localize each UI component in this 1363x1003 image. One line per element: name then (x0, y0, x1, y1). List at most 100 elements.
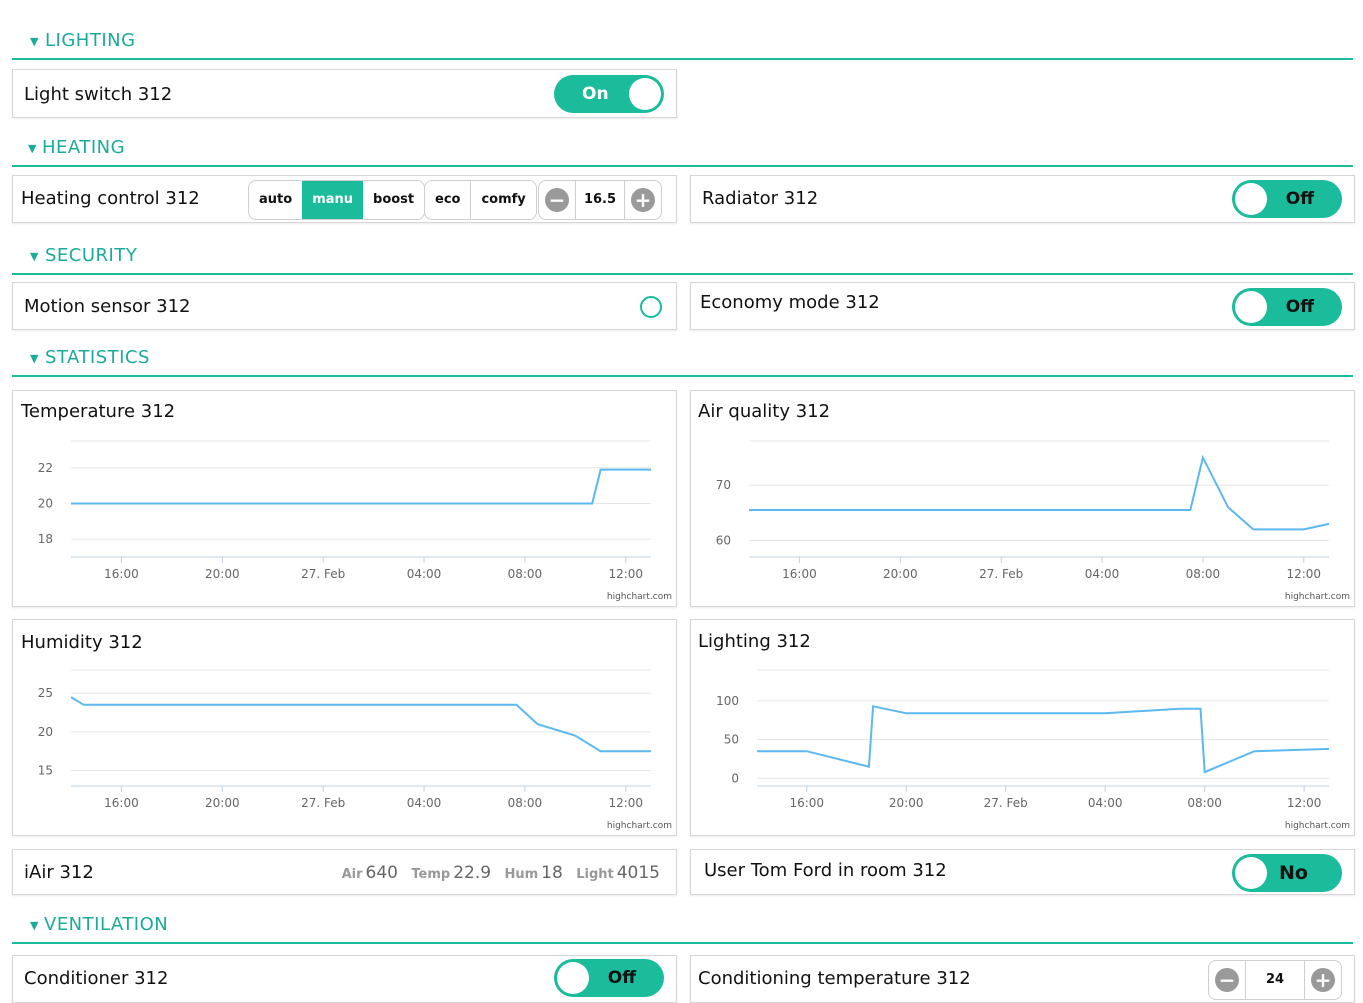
chart-credit[interactable]: highchart.com (1285, 592, 1350, 602)
economy-mode-label: Economy mode 312 (700, 292, 880, 313)
section-lighting-header[interactable]: ▼ LIGHTING (12, 30, 1353, 60)
lighting-chart-card: Lighting 312 100 50 0 16:00 20:00 27. Feb 04:0… (690, 619, 1355, 836)
heating-preset-group: eco comfy (424, 180, 537, 220)
preset-eco-button[interactable]: eco (425, 181, 470, 219)
heating-control-card: Heating control 312 auto manu boost eco … (12, 175, 677, 223)
user-presence-label: User Tom Ford in room 312 (704, 860, 947, 881)
air-quality-chart: 70 60 16:00 20:00 27. Feb 04:00 08:00 12:00 (716, 440, 1330, 581)
temp-value: 22.9 (453, 863, 492, 883)
y-tick-label: 20 (38, 496, 53, 510)
mode-manu-button[interactable]: manu (302, 181, 364, 219)
y-tick-label: 70 (716, 478, 731, 492)
minus-icon[interactable]: − (545, 188, 569, 212)
conditioner-toggle[interactable]: Off (554, 959, 664, 997)
preset-comfy-button[interactable]: comfy (470, 181, 535, 219)
mode-boost-button[interactable]: boost (363, 181, 424, 219)
series-line (749, 454, 1330, 531)
collapse-triangle-icon: ▼ (30, 250, 39, 263)
toggle-state-text: Off (607, 968, 636, 988)
iair-card: iAir 312 Air 640 Temp 22.9 Hum 18 Light 4015 (12, 849, 677, 895)
air-quality-chart-card: Air quality 312 70 60 16:00 20:00 27. Feb 04:… (690, 390, 1355, 607)
light-value: 4015 (616, 863, 660, 883)
x-tick-label: 16:00 (789, 796, 824, 810)
heating-control-label: Heating control 312 (21, 188, 200, 209)
plus-icon[interactable]: + (1311, 968, 1335, 992)
collapse-triangle-icon: ▼ (30, 352, 39, 365)
hum-value: 18 (541, 863, 563, 883)
motion-sensor-card: Motion sensor 312 (12, 282, 677, 330)
x-tick-label: 27. Feb (984, 796, 1028, 810)
x-tick-label: 04:00 (1085, 567, 1120, 581)
mode-auto-button[interactable]: auto (249, 181, 302, 219)
iair-label: iAir 312 (24, 862, 94, 883)
conditioner-label: Conditioner 312 (24, 968, 169, 989)
x-tick-label: 20:00 (205, 796, 240, 810)
air-value: 640 (365, 863, 398, 883)
economy-mode-toggle[interactable]: Off (1232, 288, 1342, 326)
chart-credit[interactable]: highchart.com (1285, 821, 1350, 831)
chart-credit[interactable]: highchart.com (607, 592, 672, 602)
collapse-triangle-icon: ▼ (30, 919, 39, 932)
y-tick-label: 50 (724, 733, 739, 747)
x-tick-label: 12:00 (608, 567, 643, 581)
toggle-knob (1235, 291, 1267, 323)
temperature-chart-card: Temperature 312 22 20 18 16:00 20:00 27. Feb 0… (12, 390, 677, 607)
toggle-knob (1235, 857, 1267, 889)
conditioning-temperature-value: 24 (1245, 961, 1305, 999)
toggle-knob (557, 962, 589, 994)
section-title: VENTILATION (44, 914, 169, 935)
hum-key: Hum (504, 867, 539, 882)
y-tick-label: 22 (38, 461, 53, 475)
section-security-header[interactable]: ▼ SECURITY (12, 245, 1353, 275)
x-tick-label: 20:00 (889, 796, 924, 810)
x-tick-label: 27. Feb (301, 796, 345, 810)
x-tick-label: 04:00 (407, 796, 442, 810)
user-presence-toggle[interactable]: No (1232, 854, 1342, 892)
plus-icon[interactable]: + (631, 188, 655, 212)
conditioner-card: Conditioner 312 Off (12, 955, 677, 1003)
x-tick-label: 16:00 (782, 567, 817, 581)
motion-sensor-label: Motion sensor 312 (24, 296, 191, 317)
x-tick-label: 04:00 (407, 567, 442, 581)
x-tick-label: 08:00 (1187, 796, 1222, 810)
radiator-label: Radiator 312 (702, 188, 819, 209)
toggle-state-text: Off (1285, 189, 1314, 209)
toggle-knob (1235, 183, 1267, 215)
x-tick-label: 04:00 (1088, 796, 1123, 810)
iair-values: Air 640 Temp 22.9 Hum 18 Light 4015 (334, 863, 660, 883)
motion-status-icon (640, 296, 662, 318)
y-tick-label: 60 (716, 533, 731, 547)
economy-mode-card: Economy mode 312 Off (690, 282, 1355, 330)
series-line (71, 468, 651, 505)
setpoint-value: 16.5 (575, 181, 625, 219)
humidity-chart: 25 20 15 16:00 20:00 27. Feb 04:00 08:00 12:00 (38, 669, 651, 810)
setpoint-stepper: − 16.5 + (538, 180, 662, 220)
radiator-toggle[interactable]: Off (1232, 180, 1342, 218)
y-tick-label: 25 (38, 686, 53, 700)
section-ventilation-header[interactable]: ▼ VENTILATION (12, 914, 1353, 944)
humidity-chart-card: Humidity 312 25 20 15 16:00 20:00 27. Feb 04:0… (12, 619, 677, 836)
chart-credit[interactable]: highchart.com (607, 821, 672, 831)
user-presence-card: User Tom Ford in room 312 No (690, 849, 1355, 895)
x-tick-label: 12:00 (1287, 796, 1322, 810)
x-tick-label: 08:00 (1186, 567, 1221, 581)
collapse-triangle-icon: ▼ (30, 35, 39, 48)
light-switch-toggle[interactable]: On (554, 75, 664, 113)
section-heating-header[interactable]: ▼ HEATING (12, 137, 1353, 167)
minus-icon[interactable]: − (1215, 968, 1239, 992)
y-tick-label: 20 (38, 725, 53, 739)
section-title: LIGHTING (45, 30, 136, 51)
lighting-chart: 100 50 0 16:00 20:00 27. Feb 04:00 08:00 12:00 (716, 669, 1330, 810)
x-tick-label: 27. Feb (301, 567, 345, 581)
x-tick-label: 20:00 (205, 567, 240, 581)
section-statistics-header[interactable]: ▼ STATISTICS (12, 347, 1353, 377)
conditioning-temperature-stepper: − 24 + (1208, 960, 1342, 1000)
section-title: SECURITY (45, 245, 138, 266)
light-switch-card: Light switch 312 On (12, 69, 677, 118)
x-tick-label: 20:00 (883, 567, 918, 581)
toggle-knob (629, 78, 661, 110)
x-tick-label: 16:00 (104, 796, 139, 810)
x-tick-label: 08:00 (508, 796, 543, 810)
light-key: Light (576, 867, 614, 882)
series-line (70, 696, 651, 753)
